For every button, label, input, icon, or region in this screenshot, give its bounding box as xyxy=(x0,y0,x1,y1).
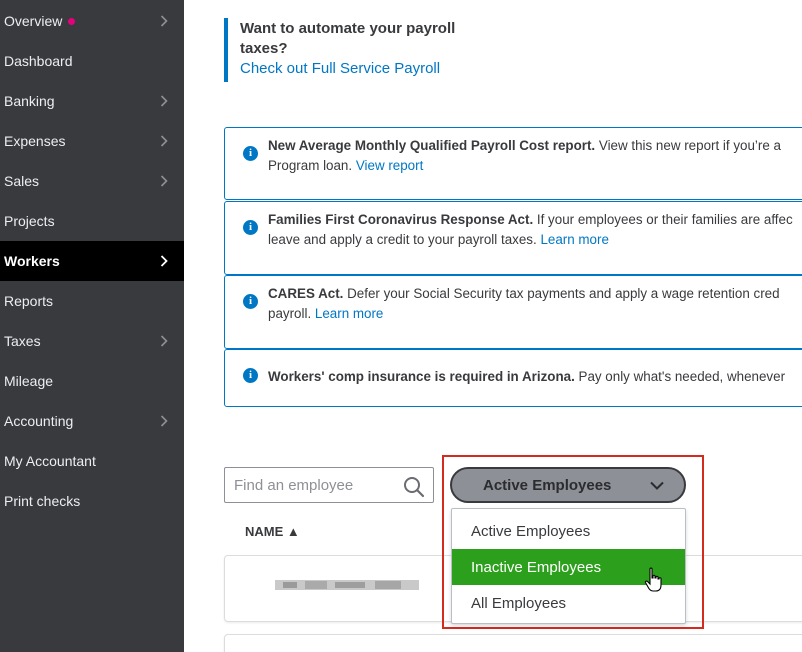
notice-line: Program loan. View report xyxy=(268,156,802,176)
sidebar-item-mileage[interactable]: Mileage xyxy=(0,361,184,401)
employee-status-menu: Active Employees Inactive Employees All … xyxy=(451,508,686,624)
notice-text: Program loan. xyxy=(268,158,356,173)
sidebar-item-taxes[interactable]: Taxes xyxy=(0,321,184,361)
notice-title: Workers' comp insurance is required in A… xyxy=(268,369,575,384)
sidebar-item-label: Accounting xyxy=(4,413,74,429)
learn-more-link[interactable]: Learn more xyxy=(540,232,608,247)
employee-status-filter[interactable]: Active Employees xyxy=(450,467,686,503)
info-icon: i xyxy=(243,146,258,161)
notice-text: View this new report if you’re a xyxy=(595,138,781,153)
sidebar-item-label: Dashboard xyxy=(4,53,73,69)
sidebar-item-label: Banking xyxy=(4,93,55,109)
chevron-right-icon xyxy=(160,175,168,187)
notice-text: Pay only what's needed, whenever xyxy=(574,369,786,384)
notice-payroll-cost-report: i New Average Monthly Qualified Payroll … xyxy=(224,127,802,200)
sidebar-item-label: Overview xyxy=(4,13,63,29)
sidebar-item-label: Workers xyxy=(4,253,60,269)
payroll-promo: Want to automate your payroll taxes? Che… xyxy=(224,18,484,82)
name-column-header[interactable]: NAME ▲ xyxy=(245,524,300,539)
sidebar-item-label: Reports xyxy=(4,293,54,309)
info-icon: i xyxy=(243,220,258,235)
sidebar: Overview Dashboard Banking Expenses Sale… xyxy=(0,0,184,652)
notice-title: Families First Coronavirus Response Act. xyxy=(268,212,534,227)
chevron-right-icon xyxy=(160,335,168,347)
employee-row[interactable] xyxy=(224,634,802,652)
chevron-right-icon xyxy=(160,135,168,147)
sidebar-item-overview[interactable]: Overview xyxy=(0,1,184,41)
sidebar-item-my-accountant[interactable]: My Accountant xyxy=(0,441,184,481)
notice-title: CARES Act. xyxy=(268,286,344,301)
main-content: Want to automate your payroll taxes? Che… xyxy=(184,0,802,652)
sidebar-item-label: Print checks xyxy=(4,493,81,509)
redacted-employee-name xyxy=(275,580,419,590)
chevron-down-icon xyxy=(650,481,664,490)
sidebar-item-accounting[interactable]: Accounting xyxy=(0,401,184,441)
notice-line: leave and apply a credit to your payroll… xyxy=(268,230,802,250)
chevron-right-icon xyxy=(160,415,168,427)
notice-cares-act: i CARES Act. Defer your Social Security … xyxy=(224,275,802,349)
notice-line: payroll. Learn more xyxy=(268,304,802,324)
notice-line: Workers' comp insurance is required in A… xyxy=(268,367,802,387)
notice-text: If your employees or their families are … xyxy=(533,212,793,227)
sidebar-item-reports[interactable]: Reports xyxy=(0,281,184,321)
option-active-employees[interactable]: Active Employees xyxy=(452,513,685,549)
sidebar-item-label: Sales xyxy=(4,173,40,189)
sidebar-item-label: Projects xyxy=(4,213,55,229)
sidebar-item-workers[interactable]: Workers xyxy=(0,241,184,281)
hand-cursor-icon xyxy=(644,567,662,592)
notice-text: payroll. xyxy=(268,306,315,321)
sidebar-item-print-checks[interactable]: Print checks xyxy=(0,481,184,521)
sidebar-item-label: My Accountant xyxy=(4,453,96,469)
chevron-right-icon xyxy=(160,255,168,267)
full-service-payroll-link[interactable]: Check out Full Service Payroll xyxy=(240,59,484,79)
sidebar-item-projects[interactable]: Projects xyxy=(0,201,184,241)
notification-dot xyxy=(68,18,76,25)
sidebar-item-expenses[interactable]: Expenses xyxy=(0,121,184,161)
notice-line: Families First Coronavirus Response Act.… xyxy=(268,210,802,230)
filter-selected-label: Active Employees xyxy=(483,476,612,494)
notice-workers-comp: i Workers' comp insurance is required in… xyxy=(224,349,802,407)
sidebar-item-sales[interactable]: Sales xyxy=(0,161,184,201)
sidebar-item-label: Mileage xyxy=(4,373,54,389)
notice-families-first: i Families First Coronavirus Response Ac… xyxy=(224,201,802,275)
notice-line: New Average Monthly Qualified Payroll Co… xyxy=(268,136,802,156)
employee-search xyxy=(224,467,434,503)
learn-more-link[interactable]: Learn more xyxy=(315,306,383,321)
chevron-right-icon xyxy=(160,95,168,107)
page-title-fragment xyxy=(240,0,300,4)
info-icon: i xyxy=(243,368,258,383)
sidebar-item-dashboard[interactable]: Dashboard xyxy=(0,41,184,81)
view-report-link[interactable]: View report xyxy=(356,158,423,173)
notice-text: Defer your Social Security tax payments … xyxy=(343,286,780,301)
info-icon: i xyxy=(243,294,258,309)
sidebar-item-label: Expenses xyxy=(4,133,66,149)
chevron-right-icon xyxy=(160,15,168,27)
notice-line: CARES Act. Defer your Social Security ta… xyxy=(268,284,802,304)
sidebar-item-label: Taxes xyxy=(4,333,41,349)
search-icon[interactable] xyxy=(403,476,425,498)
notice-title: New Average Monthly Qualified Payroll Co… xyxy=(268,138,596,153)
notice-text: leave and apply a credit to your payroll… xyxy=(268,232,541,247)
promo-text: Want to automate your payroll taxes? xyxy=(240,20,456,57)
search-input[interactable] xyxy=(225,468,395,502)
sidebar-item-banking[interactable]: Banking xyxy=(0,81,184,121)
